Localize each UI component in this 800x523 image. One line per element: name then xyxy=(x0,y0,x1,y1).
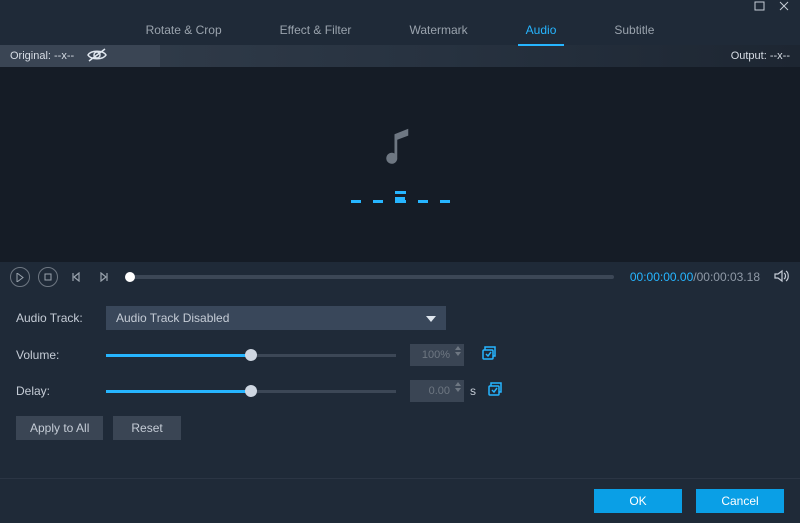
preview-pane xyxy=(0,67,800,262)
play-button[interactable] xyxy=(10,267,30,287)
volume-icon[interactable] xyxy=(774,269,790,286)
volume-reset-icon[interactable] xyxy=(480,346,496,365)
apply-to-all-button[interactable]: Apply to All xyxy=(16,416,103,440)
delay-up[interactable] xyxy=(455,382,461,386)
delay-unit: s xyxy=(470,384,476,398)
maximize-icon[interactable] xyxy=(754,0,766,15)
transport-bar: 00:00:00.00/00:00:03.18 xyxy=(0,262,800,292)
tab-bar: Rotate & Crop Effect & Filter Watermark … xyxy=(0,15,800,45)
tab-subtitle[interactable]: Subtitle xyxy=(614,23,654,45)
delay-label: Delay: xyxy=(16,384,106,398)
time-current: 00:00:00.00 xyxy=(630,270,693,284)
tab-watermark[interactable]: Watermark xyxy=(409,23,467,45)
reset-button[interactable]: Reset xyxy=(113,416,180,440)
delay-value-box[interactable]: 0.00 xyxy=(410,380,464,402)
delay-reset-icon[interactable] xyxy=(486,382,502,401)
equalizer-icon xyxy=(351,189,450,203)
tab-rotate-crop[interactable]: Rotate & Crop xyxy=(146,23,222,45)
tab-effect-filter[interactable]: Effect & Filter xyxy=(280,23,352,45)
volume-slider[interactable] xyxy=(106,349,396,361)
close-icon[interactable] xyxy=(778,0,790,15)
prev-button[interactable] xyxy=(66,267,86,287)
stop-button[interactable] xyxy=(38,267,58,287)
volume-down[interactable] xyxy=(455,352,461,356)
ok-button[interactable]: OK xyxy=(594,489,682,513)
output-dimensions: Output: --x-- xyxy=(731,50,790,62)
time-total: 00:00:03.18 xyxy=(697,270,760,284)
delay-value: 0.00 xyxy=(429,385,450,397)
audio-track-value: Audio Track Disabled xyxy=(116,311,229,325)
footer: OK Cancel xyxy=(0,478,800,523)
window-controls xyxy=(0,0,800,15)
chevron-down-icon xyxy=(426,311,436,325)
volume-value: 100% xyxy=(422,349,450,361)
audio-track-label: Audio Track: xyxy=(16,311,106,325)
cancel-button[interactable]: Cancel xyxy=(696,489,784,513)
next-button[interactable] xyxy=(94,267,114,287)
volume-label: Volume: xyxy=(16,348,106,362)
original-dimensions: Original: --x-- xyxy=(10,50,74,62)
audio-track-select[interactable]: Audio Track Disabled xyxy=(106,306,446,330)
delay-slider[interactable] xyxy=(106,385,396,397)
preview-toggle-icon[interactable] xyxy=(86,48,108,65)
scrub-bar[interactable] xyxy=(130,275,614,279)
controls-panel: Audio Track: Audio Track Disabled Volume… xyxy=(0,292,800,450)
volume-up[interactable] xyxy=(455,346,461,350)
time-display: 00:00:00.00/00:00:03.18 xyxy=(630,270,760,284)
tab-audio[interactable]: Audio xyxy=(526,23,557,45)
volume-value-box[interactable]: 100% xyxy=(410,344,464,366)
info-bar: Original: --x-- Output: --x-- xyxy=(0,45,800,67)
delay-down[interactable] xyxy=(455,388,461,392)
music-note-icon xyxy=(383,126,417,173)
